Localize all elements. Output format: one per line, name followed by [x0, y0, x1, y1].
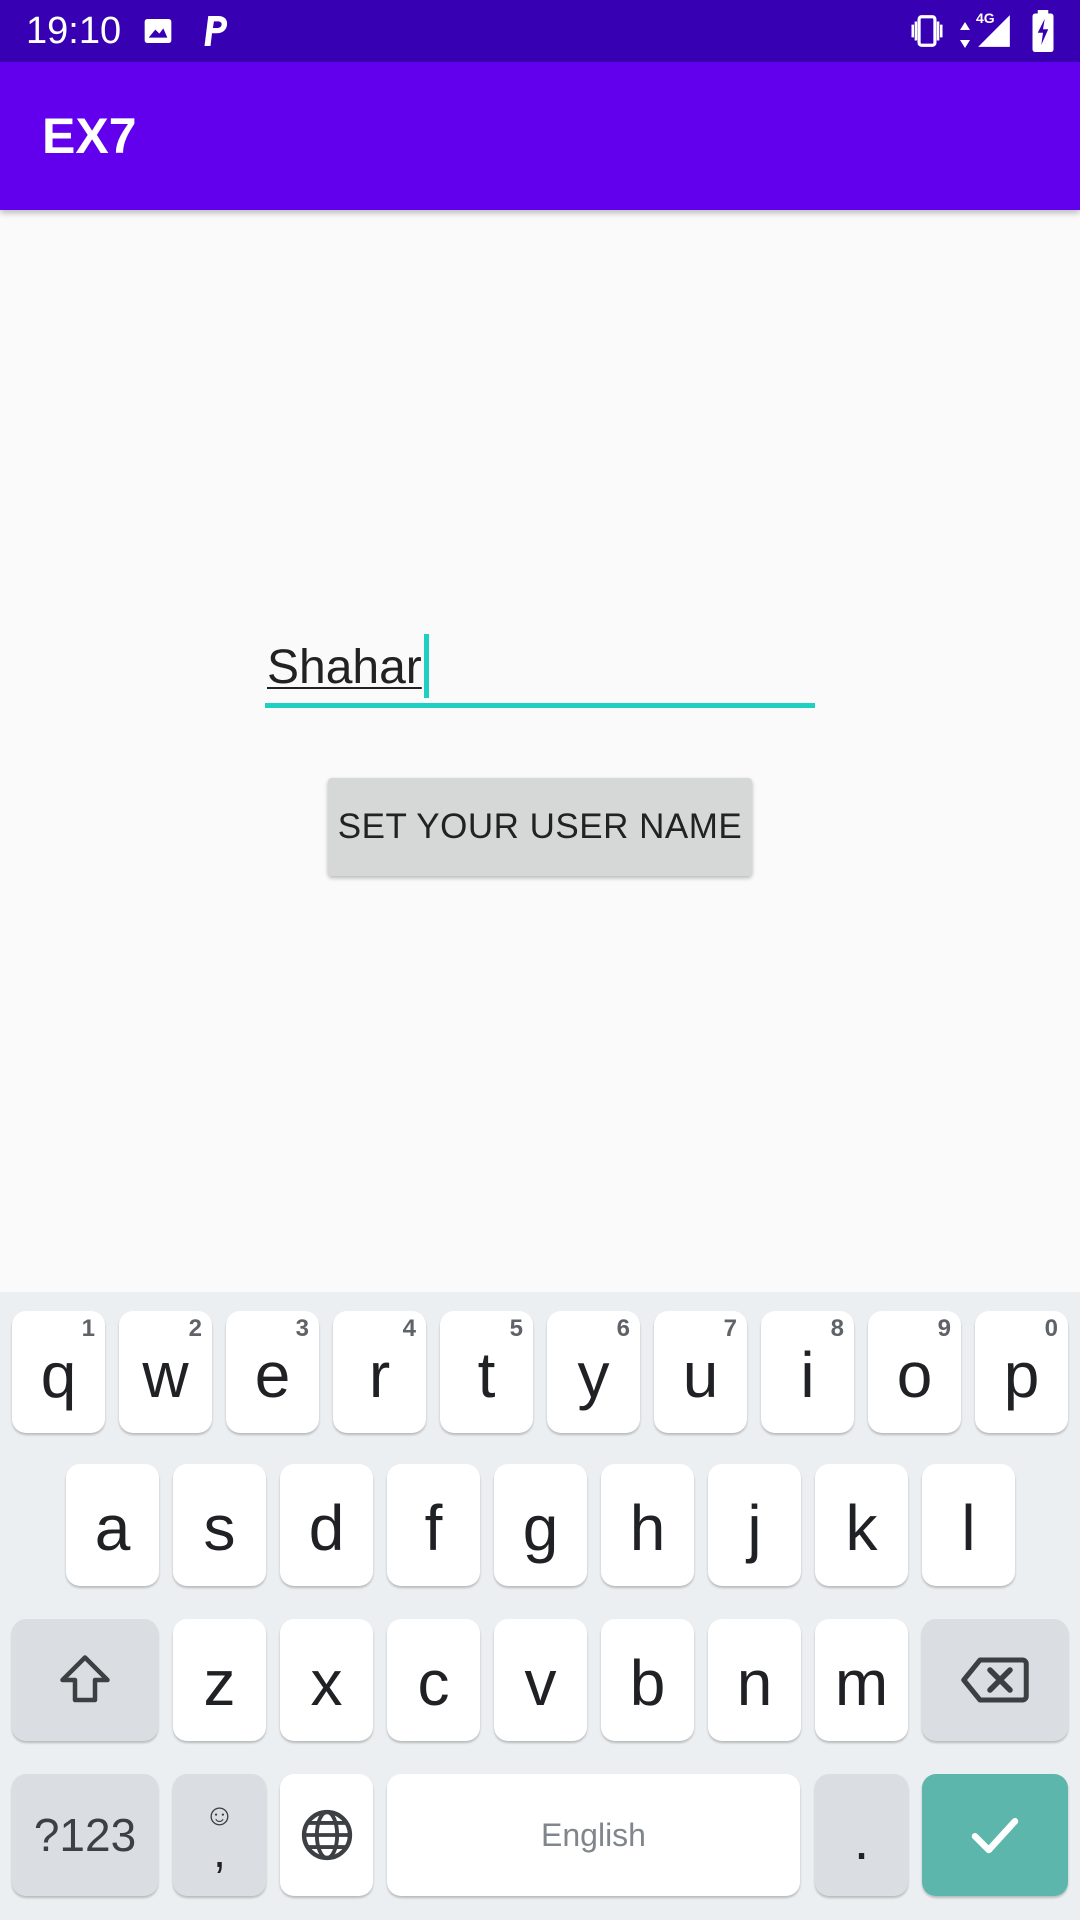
key-s[interactable]: s — [173, 1464, 266, 1586]
key-j[interactable]: j — [708, 1464, 801, 1586]
key-n[interactable]: n — [708, 1619, 801, 1741]
backspace-key[interactable] — [922, 1619, 1068, 1741]
key-r[interactable]: 4r — [333, 1311, 426, 1433]
key-i[interactable]: 8i — [761, 1311, 854, 1433]
image-icon — [144, 19, 172, 43]
username-input[interactable]: Shahar — [265, 628, 815, 710]
key-g[interactable]: g — [494, 1464, 587, 1586]
username-input-value: Shahar — [267, 641, 422, 694]
symbols-key[interactable]: ?123 — [12, 1774, 158, 1896]
key-e[interactable]: 3e — [226, 1311, 319, 1433]
screen: 19:10 4G EX7 Shahar SET YOUR USER NAME 1… — [0, 0, 1080, 1920]
key-m[interactable]: m — [815, 1619, 908, 1741]
key-k[interactable]: k — [815, 1464, 908, 1586]
status-time: 19:10 — [26, 10, 122, 52]
key-v[interactable]: v — [494, 1619, 587, 1741]
key-o[interactable]: 9o — [868, 1311, 961, 1433]
soft-keyboard: 1q 2w 3e 4r 5t 6y 7u 8i 9o 0p a s d f g … — [0, 1292, 1080, 1920]
globe-icon — [301, 1809, 352, 1861]
input-underline — [265, 703, 815, 708]
app-bar: EX7 — [0, 62, 1080, 210]
key-f[interactable]: f — [387, 1464, 480, 1586]
enter-key[interactable] — [922, 1774, 1068, 1896]
key-p[interactable]: 0p — [975, 1311, 1068, 1433]
emoji-comma-key[interactable]: ☺ , — [173, 1774, 266, 1896]
key-b[interactable]: b — [601, 1619, 694, 1741]
status-bar: 19:10 4G — [0, 0, 1080, 62]
app-title: EX7 — [42, 108, 137, 164]
key-z[interactable]: z — [173, 1619, 266, 1741]
key-w[interactable]: 2w — [119, 1311, 212, 1433]
key-d[interactable]: d — [280, 1464, 373, 1586]
key-c[interactable]: c — [387, 1619, 480, 1741]
key-t[interactable]: 5t — [440, 1311, 533, 1433]
period-key[interactable]: . — [815, 1774, 908, 1896]
key-x[interactable]: x — [280, 1619, 373, 1741]
key-l[interactable]: l — [922, 1464, 1015, 1586]
language-key[interactable] — [280, 1774, 373, 1896]
key-q[interactable]: 1q — [12, 1311, 105, 1433]
vibrate-icon — [911, 15, 943, 47]
backspace-icon — [961, 1657, 1029, 1703]
key-u[interactable]: 7u — [654, 1311, 747, 1433]
shift-icon — [60, 1655, 110, 1703]
shift-key[interactable] — [12, 1619, 158, 1741]
battery-charging-icon — [1032, 10, 1054, 52]
key-y[interactable]: 6y — [547, 1311, 640, 1433]
parking-icon — [204, 16, 228, 46]
key-a[interactable]: a — [66, 1464, 159, 1586]
text-cursor — [424, 634, 429, 698]
key-h[interactable]: h — [601, 1464, 694, 1586]
set-username-button[interactable]: SET YOUR USER NAME — [328, 778, 752, 876]
signal-icon — [978, 15, 1010, 47]
space-key[interactable]: English — [387, 1774, 800, 1896]
checkmark-icon — [971, 1818, 1019, 1854]
